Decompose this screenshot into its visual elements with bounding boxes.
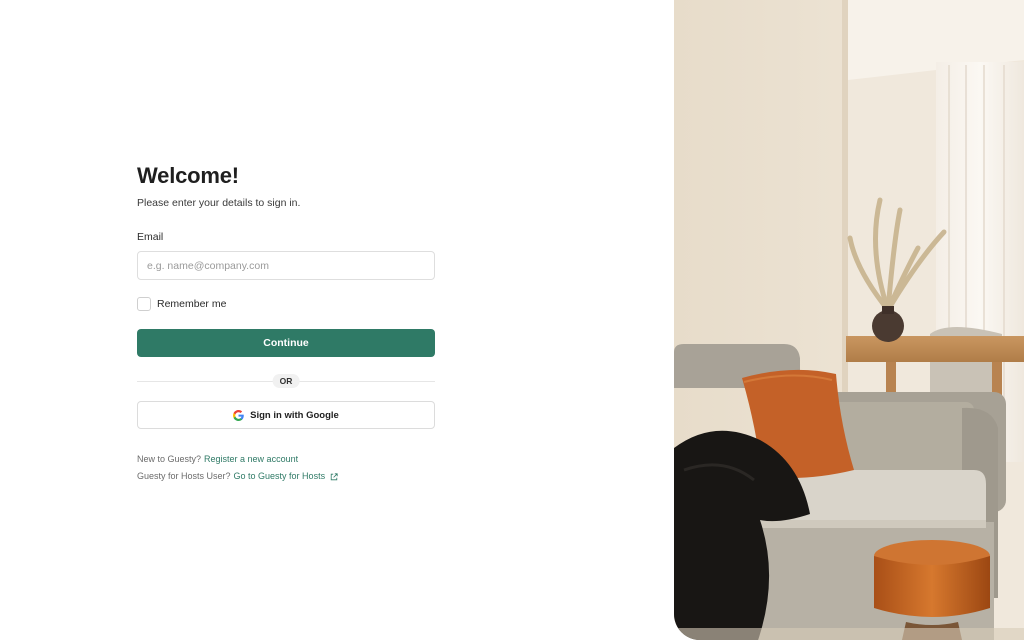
external-link-icon[interactable] (330, 472, 338, 481)
or-label: OR (272, 374, 300, 388)
hosts-text: Guesty for Hosts User? (137, 471, 231, 481)
sign-in-form: Welcome! Please enter your details to si… (137, 162, 435, 485)
page-title: Welcome! (137, 163, 239, 188)
guesty-hosts-link[interactable]: Go to Guesty for Hosts (234, 468, 326, 485)
or-divider: OR (137, 374, 435, 388)
remember-me-row[interactable]: Remember me (137, 296, 435, 312)
remember-me-checkbox[interactable] (137, 297, 151, 311)
footer-links: New to Guesty? Register a new account Gu… (137, 451, 435, 485)
living-room-illustration (674, 0, 1024, 640)
email-input[interactable] (137, 251, 435, 280)
register-link[interactable]: Register a new account (204, 451, 298, 468)
sign-in-page: Welcome! Please enter your details to si… (0, 0, 1024, 640)
google-g-icon (233, 409, 244, 421)
page-subtitle: Please enter your details to sign in. (137, 197, 301, 209)
google-sign-in-button[interactable]: Sign in with Google (137, 401, 435, 429)
hosts-row: Guesty for Hosts User? Go to Guesty for … (137, 468, 435, 485)
new-user-text: New to Guesty? (137, 454, 202, 464)
living-room-photo (674, 0, 1024, 640)
email-label: Email (137, 231, 164, 243)
google-sign-in-label[interactable]: Sign in with Google (250, 410, 339, 421)
register-row: New to Guesty? Register a new account (137, 451, 435, 468)
continue-button[interactable]: Continue (137, 329, 435, 357)
remember-me-label[interactable]: Remember me (157, 298, 226, 310)
